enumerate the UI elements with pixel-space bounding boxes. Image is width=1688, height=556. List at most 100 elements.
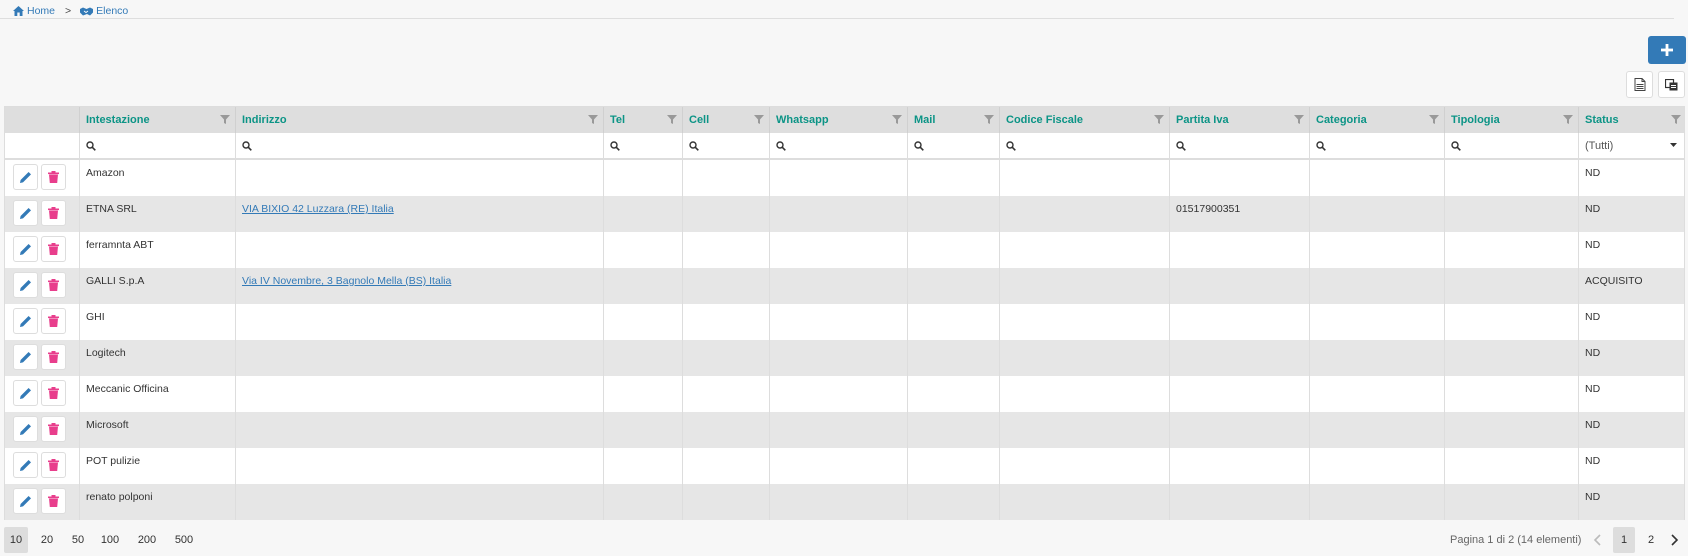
header-mail[interactable]: Mail [908,107,1000,133]
edit-button[interactable] [13,164,38,190]
filter-icon[interactable] [1563,115,1573,124]
header-tipologia[interactable]: Tipologia [1445,107,1579,133]
page-button-2[interactable]: 2 [1640,527,1662,553]
cell-tel [604,340,683,376]
filter-icon[interactable] [220,115,230,124]
cell-tel [604,196,683,232]
cell-text: Meccanic Officina [86,383,169,395]
export-button[interactable] [1626,71,1653,98]
delete-button[interactable] [41,200,66,226]
cell-text: ND [1585,239,1601,251]
cell-mail [908,376,1000,412]
page-size-200[interactable]: 200 [132,527,162,553]
cell-partita-iva [1170,484,1310,520]
filter-icon[interactable] [1154,115,1164,124]
header-partita-iva[interactable]: Partita Iva [1170,107,1310,133]
filter-row: (Tutti) [5,133,1684,160]
header-codice-fiscale[interactable]: Codice Fiscale [1000,107,1170,133]
cell-indirizzo [236,232,604,268]
column-chooser-button[interactable] [1658,71,1685,98]
cell-partita-iva [1170,340,1310,376]
header-cell[interactable]: Cell [683,107,770,133]
breadcrumb-current[interactable]: Elenco [80,5,128,17]
delete-button[interactable] [41,488,66,514]
edit-button[interactable] [13,236,38,262]
edit-button[interactable] [13,308,38,334]
filter-icon[interactable] [1294,115,1304,124]
trash-icon [48,243,59,255]
header-tel[interactable]: Tel [604,107,683,133]
edit-button[interactable] [13,344,38,370]
cell-text: POT pulizie [86,455,141,467]
filter-tel[interactable] [604,133,683,158]
edit-button[interactable] [13,416,38,442]
delete-button[interactable] [41,380,66,406]
filter-icon[interactable] [984,115,994,124]
filter-codice-fiscale[interactable] [1000,133,1170,158]
filter-icon[interactable] [588,115,598,124]
header-label: Cell [689,114,710,126]
page-size-500[interactable]: 500 [169,527,199,553]
breadcrumb-separator: > [65,5,72,17]
cell-actions [5,304,80,340]
next-page-button[interactable] [1666,527,1684,553]
add-button[interactable] [1648,36,1686,64]
edit-button[interactable] [13,488,38,514]
delete-button[interactable] [41,272,66,298]
cell-status: ND [1579,232,1686,268]
header-status[interactable]: Status [1579,107,1686,133]
edit-button[interactable] [13,380,38,406]
header-whatsapp[interactable]: Whatsapp [770,107,908,133]
filter-whatsapp[interactable] [770,133,908,158]
filter-partita-iva[interactable] [1170,133,1310,158]
filter-icon[interactable] [1671,115,1681,124]
filter-icon[interactable] [1429,115,1439,124]
cell-mail [908,412,1000,448]
filter-cell[interactable] [683,133,770,158]
edit-icon [19,208,31,219]
edit-button[interactable] [13,452,38,478]
cell-indirizzo: VIA BIXIO 42 Luzzara (RE) Italia [236,196,604,232]
edit-icon [19,460,31,471]
page-size-50[interactable]: 50 [66,527,90,553]
cell-categoria [1310,232,1445,268]
cell-indirizzo [236,160,604,196]
edit-button[interactable] [13,200,38,226]
page-size-20[interactable]: 20 [35,527,59,553]
cell-whatsapp [770,448,908,484]
filter-icon[interactable] [667,115,677,124]
prev-page-button[interactable] [1587,527,1607,553]
delete-button[interactable] [41,416,66,442]
filter-status-select[interactable]: (Tutti) [1579,133,1686,158]
cell-categoria [1310,268,1445,304]
header-categoria[interactable]: Categoria [1310,107,1445,133]
edit-button[interactable] [13,272,38,298]
filter-icon[interactable] [892,115,902,124]
cell-whatsapp [770,484,908,520]
filter-icon[interactable] [754,115,764,124]
filter-tipologia[interactable] [1445,133,1579,158]
cell-text: 01517900351 [1176,203,1241,215]
address-link[interactable]: VIA BIXIO 42 Luzzara (RE) Italia [242,203,394,215]
header-indirizzo[interactable]: Indirizzo [236,107,604,133]
page-size-100[interactable]: 100 [95,527,125,553]
breadcrumb-home[interactable]: Home [13,5,55,17]
delete-button[interactable] [41,164,66,190]
header-label: Status [1585,114,1619,126]
delete-button[interactable] [41,308,66,334]
filter-intestazione[interactable] [80,133,236,158]
address-link[interactable]: Via IV Novembre, 3 Bagnolo Mella (BS) It… [242,275,451,287]
delete-button[interactable] [41,452,66,478]
cell-status: ND [1579,412,1686,448]
filter-indirizzo[interactable] [236,133,604,158]
delete-button[interactable] [41,236,66,262]
page-size-10[interactable]: 10 [4,527,28,553]
cell-tel [604,268,683,304]
filter-categoria[interactable] [1310,133,1445,158]
cell-cell [683,412,770,448]
page-button-1[interactable]: 1 [1613,527,1635,553]
cell-mail [908,232,1000,268]
delete-button[interactable] [41,344,66,370]
filter-mail[interactable] [908,133,1000,158]
header-intestazione[interactable]: Intestazione [80,107,236,133]
